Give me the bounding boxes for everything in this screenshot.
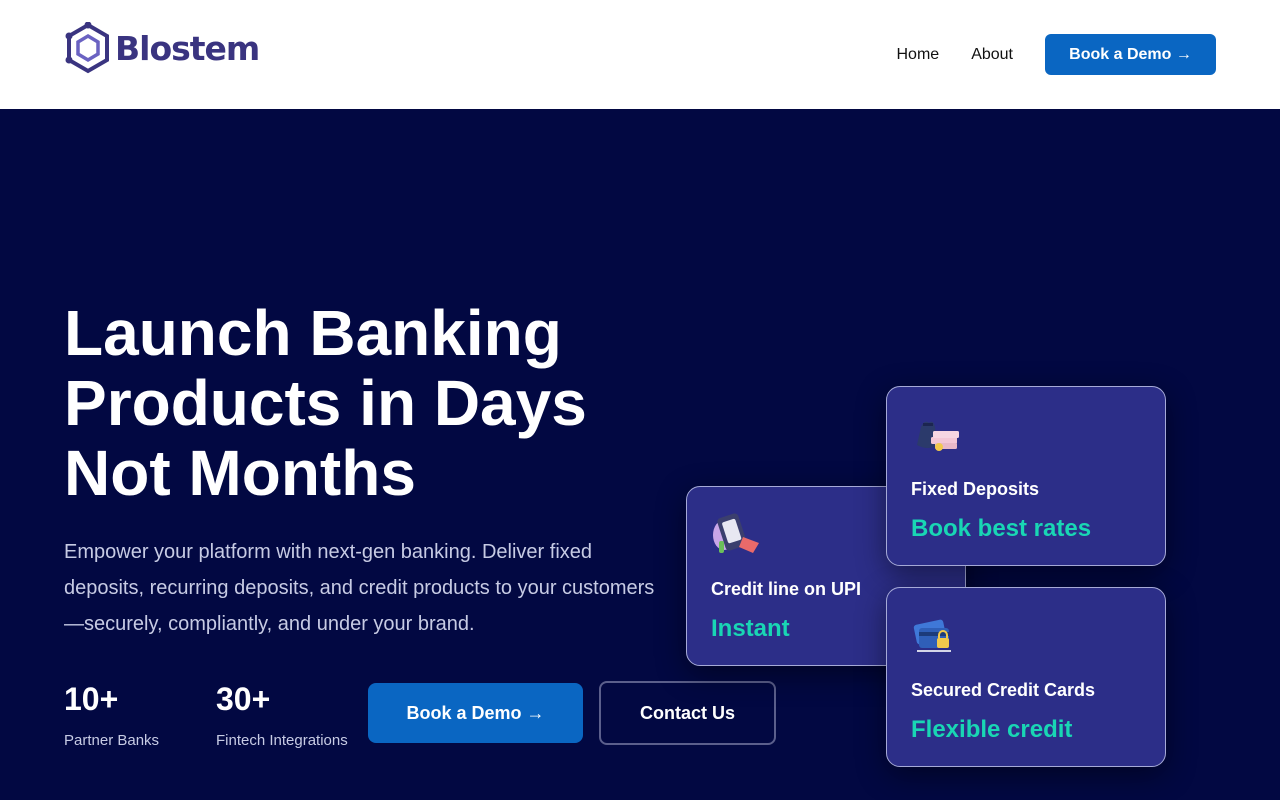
blostem-logo-icon: [65, 22, 109, 74]
nav-about-link[interactable]: About: [971, 46, 1013, 64]
hero-title-line: Products in Days: [64, 367, 587, 439]
stat-value: 10+: [64, 681, 119, 717]
brand-name: Blostem: [115, 28, 260, 68]
credit-card-lock-icon: [913, 619, 951, 652]
site-header: Blostem Home About Book a Demo →: [0, 0, 1280, 109]
stat-value: 30+: [216, 681, 271, 717]
hero-description: Empower your platform with next-gen bank…: [64, 541, 655, 635]
stat-label: Fintech Integrations: [216, 732, 348, 749]
money-bag-icon: [917, 421, 959, 451]
header-book-demo-button[interactable]: Book a Demo →: [1045, 34, 1216, 75]
nav-home-link[interactable]: Home: [897, 46, 940, 64]
card-label: Fixed Deposits: [911, 479, 1040, 499]
card-value: Book best rates: [911, 515, 1092, 542]
stat-label: Partner Banks: [64, 732, 160, 749]
feature-card-secured-credit-cards[interactable]: Secured Credit Cards Flexible credit: [886, 587, 1166, 767]
hero-title-line: Not Months: [64, 437, 416, 509]
card-value: Instant: [711, 615, 790, 642]
hero-title: Launch Banking Products in Days Not Mont…: [64, 298, 684, 508]
main-nav: Home About Book a Demo →: [897, 34, 1216, 75]
feature-card-fixed-deposits[interactable]: Fixed Deposits Book best rates: [886, 386, 1166, 566]
card-label: Secured Credit Cards: [911, 680, 1096, 700]
brand-logo[interactable]: Blostem: [64, 22, 260, 74]
contact-us-button[interactable]: Contact Us: [599, 681, 776, 745]
stat-fintech-integrations: 30+ Fintech Integrations: [216, 680, 348, 749]
card-value: Flexible credit: [911, 716, 1073, 743]
upi-phone-icon: [713, 513, 759, 553]
stat-partner-banks: 10+ Partner Banks: [64, 680, 159, 749]
card-label: Credit line on UPI: [711, 579, 862, 599]
book-demo-button[interactable]: Book a Demo →: [368, 683, 583, 743]
hero-title-line: Launch Banking: [64, 297, 562, 369]
